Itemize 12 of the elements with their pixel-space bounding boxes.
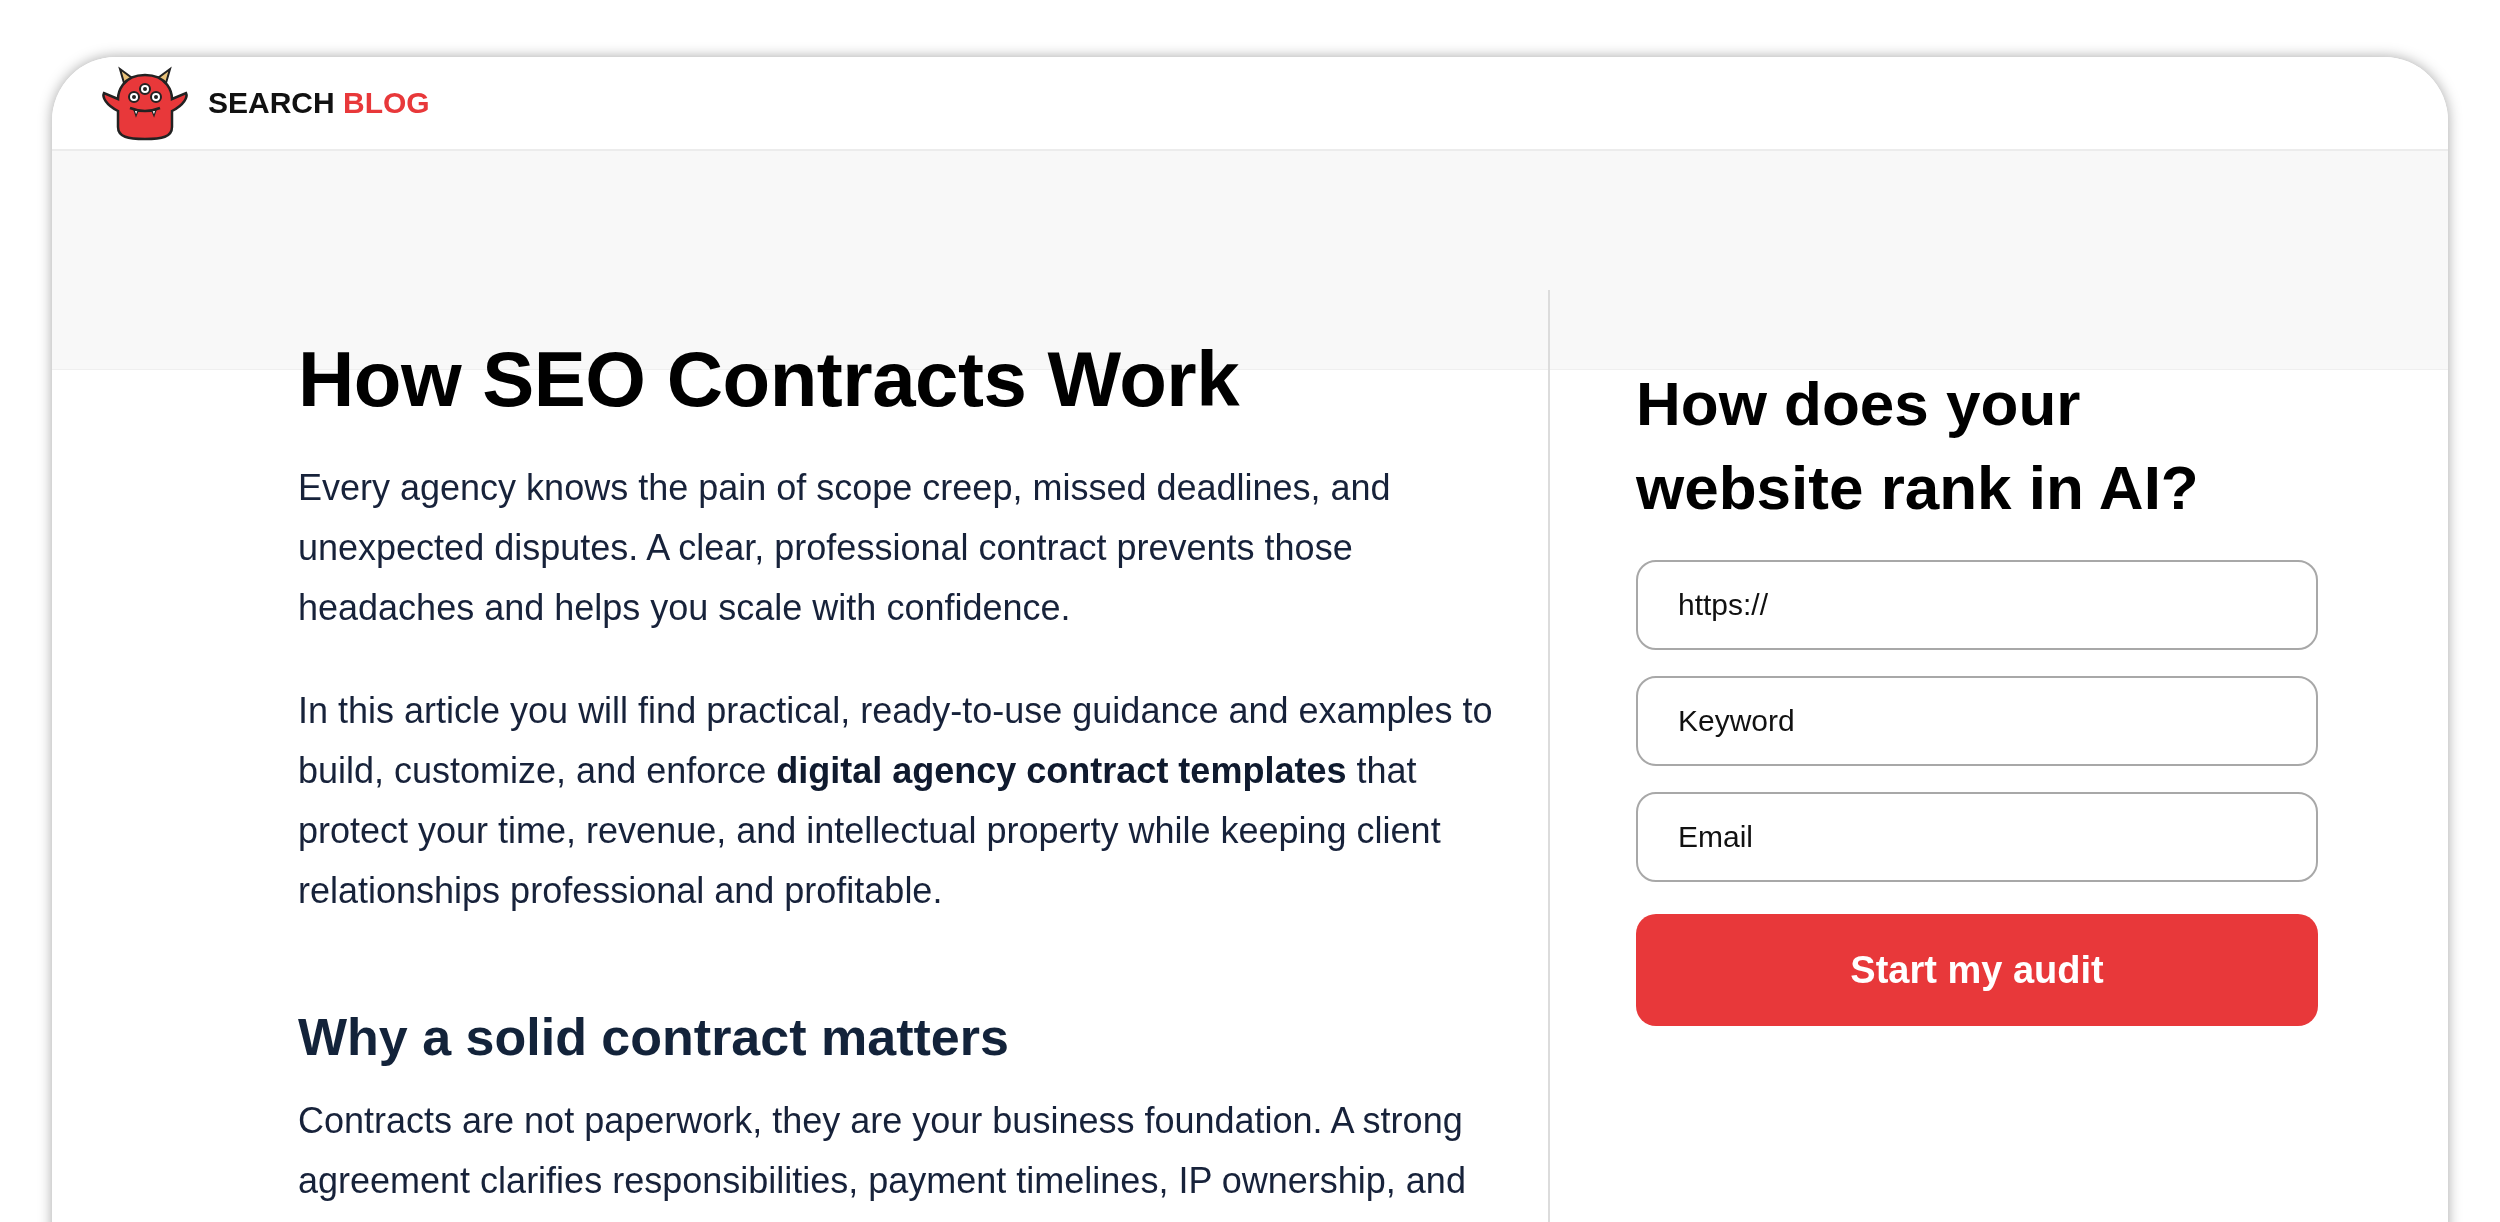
paragraph: Contracts are not paperwork, they are your business foundation. A strong agreement clarifies responsibilities, payment timelines, IP ownership, and xyxy=(298,1099,1467,1203)
input-field[interactable]: https:// xyxy=(1636,560,2318,650)
submit-button[interactable]: Start my audit xyxy=(1636,914,2318,1026)
paragraph: Every agency knows the pain of scope creep, missed deadlines, and unexpected disputes. A clear, professional contract prevents those headaches and helps you scale with confidence. xyxy=(298,466,1392,630)
input-field[interactable]: Email xyxy=(1636,792,2318,882)
monster-logo-icon[interactable] xyxy=(100,65,190,141)
sidebar-heading: How does your website rank in AI? xyxy=(1636,368,2200,524)
article-title: How SEO Contracts Work xyxy=(298,334,1241,425)
input-field[interactable]: Keyword xyxy=(1636,676,2318,766)
paragraph: In this article you will find practical, ready-to-use guidance and examples to build, customize, and enforce digital agency contract templates that protect your time, revenue, and intellectual property while keeping client relationships professional and profitable. xyxy=(298,689,1494,913)
blog-logo-text[interactable]: SEARCH BLOG xyxy=(208,86,430,120)
section-heading: Why a solid contract matters xyxy=(298,1007,1010,1067)
